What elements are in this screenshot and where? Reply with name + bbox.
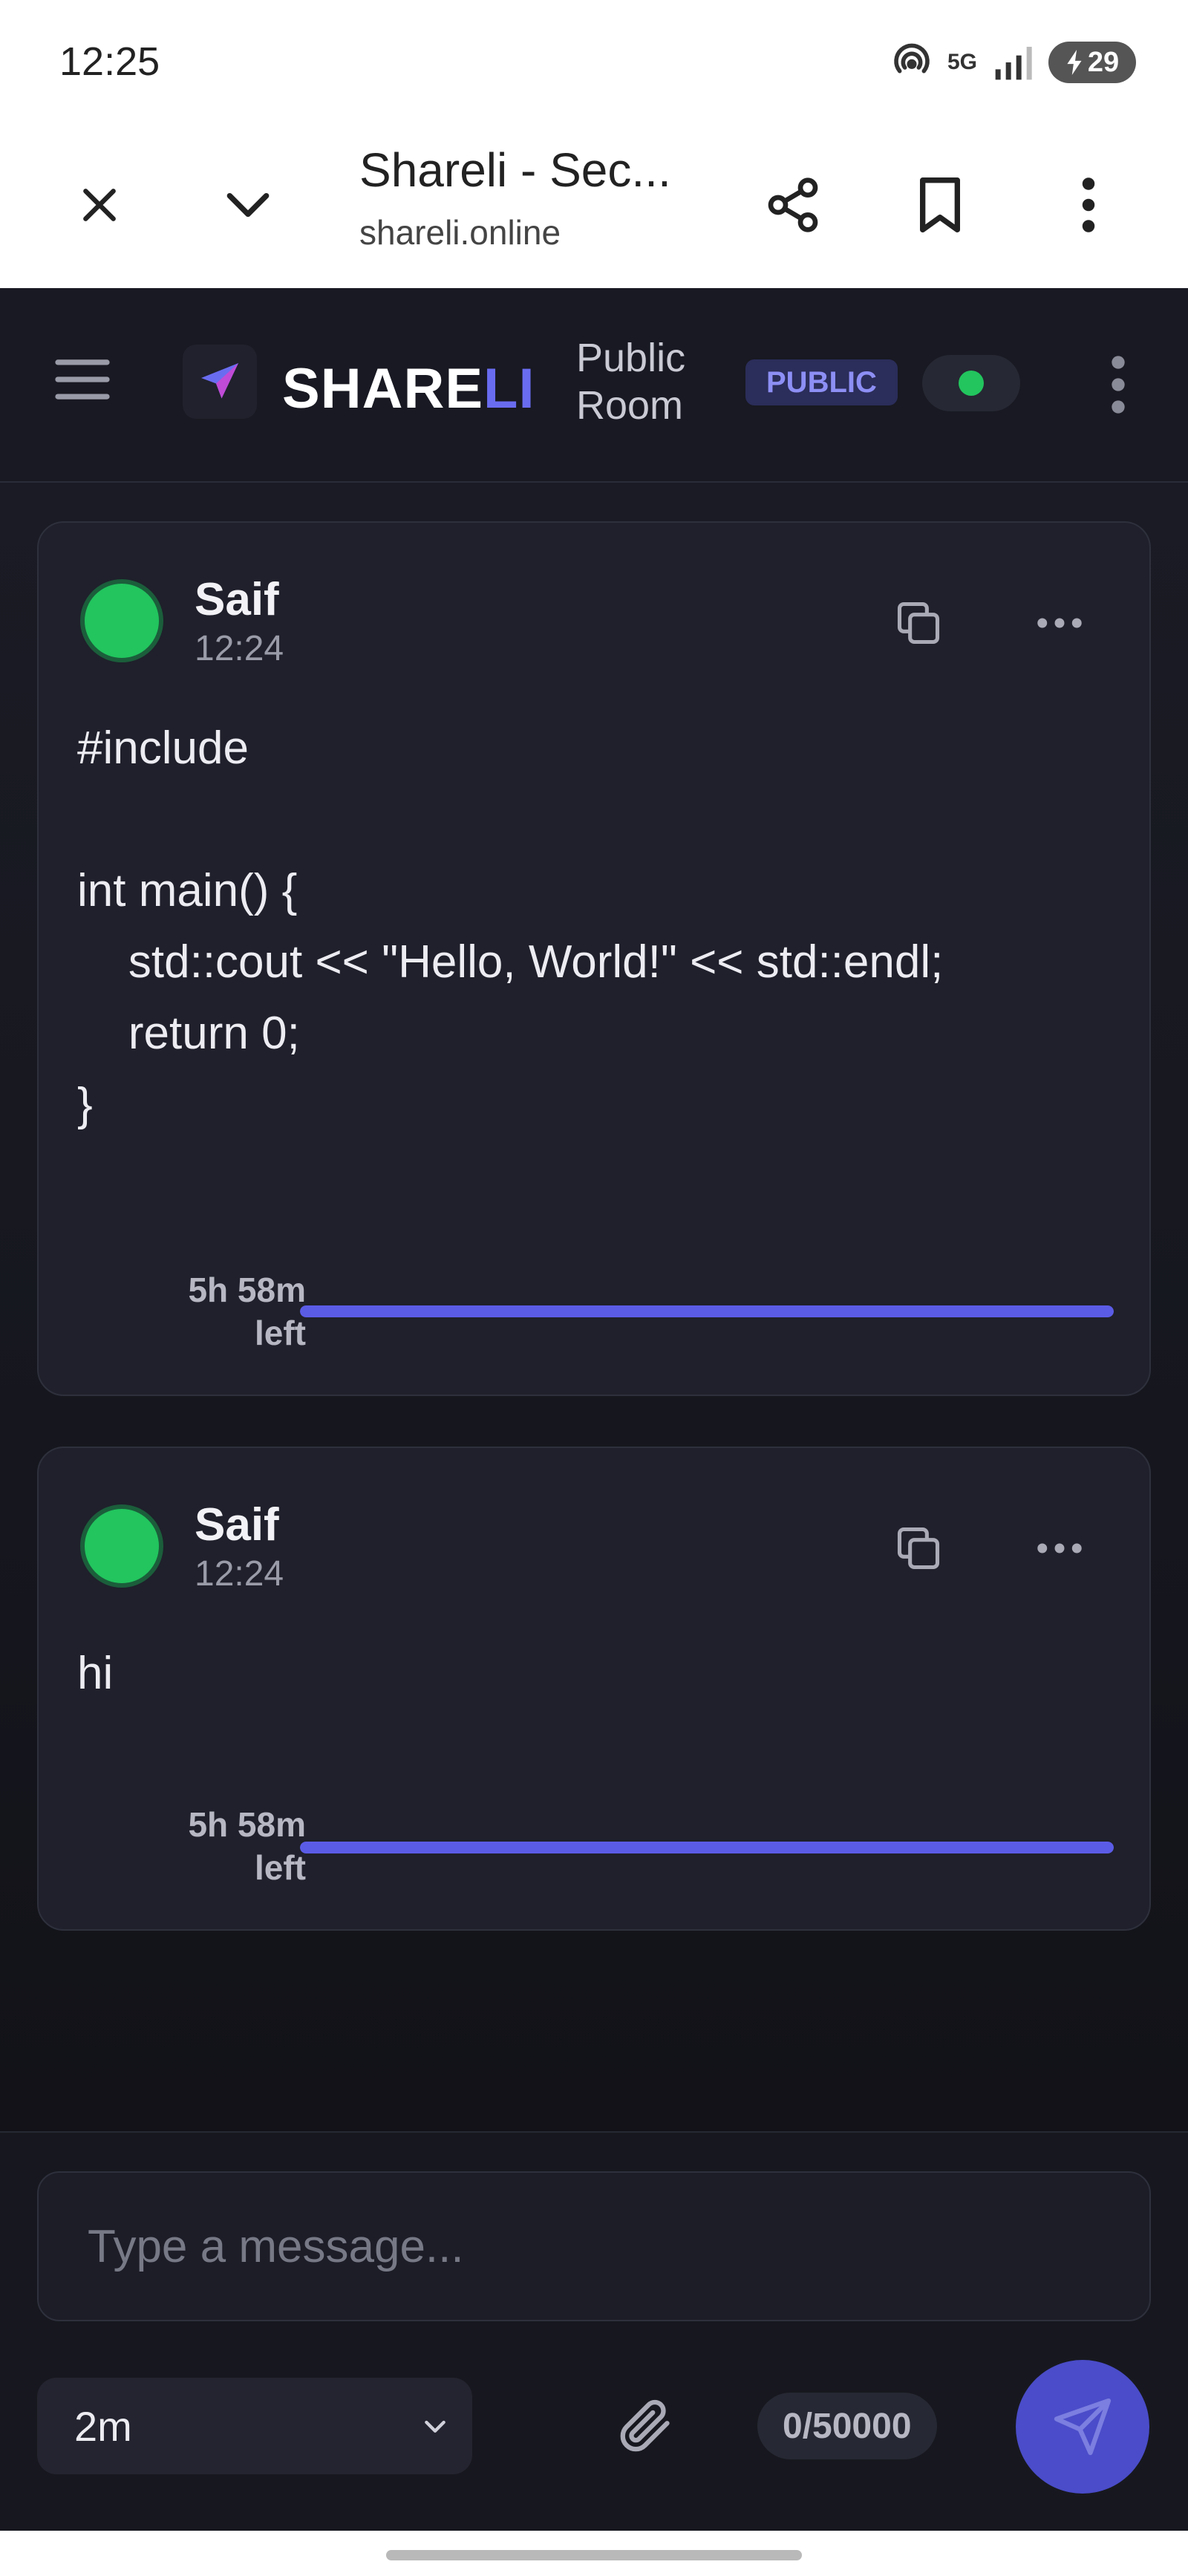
brand-name-part2: LI (483, 357, 535, 420)
copy-message-button[interactable] (885, 1515, 952, 1582)
close-tab-button[interactable] (62, 168, 137, 242)
battery-level: 29 (1087, 46, 1120, 78)
send-icon (1054, 2398, 1112, 2456)
network-type-label: 5G (947, 50, 977, 74)
send-button[interactable] (1016, 2360, 1149, 2494)
expiry-time: 5h 58m (188, 1805, 306, 1844)
expiry-time: 5h 58m (188, 1271, 306, 1309)
attach-file-button[interactable] (603, 2384, 685, 2465)
message-composer: 2m 0/50000 (0, 2131, 1188, 2531)
browser-toolbar: Shareli - Sec... shareli.online (0, 126, 1188, 288)
expiry-suffix: left (255, 1314, 306, 1352)
message-card: Saif 12:24 hi 5h 58m left (37, 1447, 1151, 1931)
more-horizontal-icon (1037, 1543, 1082, 1553)
connection-dot-icon (959, 371, 984, 396)
menu-button[interactable] (52, 355, 119, 414)
message-time: 12:24 (195, 1554, 284, 1594)
room-name-line1: Public (576, 336, 686, 380)
expiry-duration-select[interactable]: 2m (37, 2378, 472, 2474)
more-horizontal-icon (1037, 618, 1082, 628)
more-vertical-icon (1112, 356, 1125, 414)
page-title: Shareli - Sec... (359, 143, 671, 197)
copy-icon (897, 1527, 940, 1570)
avatar (80, 1504, 163, 1588)
message-input[interactable] (37, 2171, 1151, 2321)
bookmark-icon (920, 177, 961, 233)
paper-plane-logo-icon (201, 363, 238, 399)
minimize-button[interactable] (211, 168, 285, 242)
message-options-button[interactable] (1026, 1515, 1093, 1582)
status-time: 12:25 (59, 39, 160, 84)
message-feed[interactable]: Saif 12:24 #include int main() { std::co… (0, 484, 1188, 2131)
hotspot-icon (894, 43, 930, 74)
close-icon (83, 189, 116, 221)
gesture-handle[interactable] (386, 2550, 802, 2560)
connection-status (922, 355, 1020, 411)
expiry-progress-bar (300, 1842, 1114, 1853)
expiry-duration-value: 2m (74, 2402, 132, 2450)
copy-icon (897, 601, 940, 645)
share-button[interactable] (756, 168, 830, 242)
signal-icon (995, 47, 1032, 80)
status-icons: 5G 29 (891, 39, 1136, 86)
bookmark-button[interactable] (903, 168, 977, 242)
charging-bolt-icon (1067, 50, 1082, 75)
app-logo (183, 345, 257, 419)
page-url[interactable]: shareli.online (359, 212, 561, 252)
room-menu-button[interactable] (1096, 348, 1140, 422)
more-vertical-icon (1082, 177, 1095, 232)
share-icon (768, 177, 818, 232)
paperclip-icon (620, 2399, 670, 2452)
brand-name-part1: SHARE (282, 357, 484, 420)
room-name: Public Room (576, 334, 685, 429)
message-body: #include int main() { std::cout << "Hell… (77, 723, 944, 1130)
message-sender: Saif (195, 1499, 279, 1551)
battery-indicator: 29 (1048, 42, 1136, 83)
avatar (80, 579, 163, 662)
room-visibility-badge: PUBLIC (745, 359, 898, 405)
message-options-button[interactable] (1026, 590, 1093, 656)
chevron-down-icon (425, 2420, 446, 2433)
app-header: SHARELI Public Room PUBLIC (0, 288, 1188, 483)
expiry-suffix: left (255, 1848, 306, 1887)
brand-name: SHARELI (282, 356, 535, 421)
copy-message-button[interactable] (885, 590, 952, 656)
message-time: 12:24 (195, 629, 284, 668)
navigation-bar (0, 2531, 1188, 2576)
expiry-progress-fill (300, 1842, 1114, 1853)
character-counter: 0/50000 (757, 2393, 937, 2459)
expiry-label: 5h 58m left (135, 1268, 306, 1354)
expiry-label: 5h 58m left (135, 1803, 306, 1889)
status-bar: 12:25 5G 29 (0, 0, 1188, 126)
chevron-down-icon (226, 192, 270, 218)
message-sender: Saif (195, 574, 279, 625)
expiry-progress-bar (300, 1305, 1114, 1317)
message-card: Saif 12:24 #include int main() { std::co… (37, 521, 1151, 1396)
message-body: hi (77, 1648, 114, 1699)
browser-menu-button[interactable] (1051, 168, 1126, 242)
hamburger-icon (55, 359, 110, 400)
room-name-line2: Room (576, 383, 684, 428)
expiry-progress-fill (300, 1305, 1114, 1317)
